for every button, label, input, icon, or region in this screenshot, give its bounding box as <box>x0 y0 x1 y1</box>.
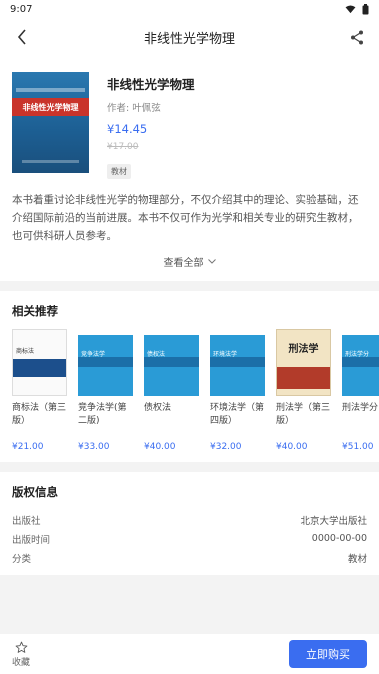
back-arrow-icon <box>17 29 26 45</box>
wifi-icon <box>345 4 356 13</box>
recommend-list: 商标法 商标法（第三版） ¥21.00 竞争法学 竞争法学(第二版) ¥33.0… <box>12 329 379 452</box>
copyright-label: 出版社 <box>12 515 41 527</box>
status-time: 9:07 <box>10 3 33 15</box>
recommend-cover: 环境法学 <box>210 329 265 396</box>
recommend-item[interactable]: 商标法 商标法（第三版） ¥21.00 <box>12 329 67 452</box>
back-button[interactable] <box>12 27 32 47</box>
recommend-cover: 债权法 <box>144 329 199 396</box>
recommend-cover: 刑法学分 <box>342 329 379 396</box>
recommend-name: 竞争法学(第二版) <box>78 403 127 426</box>
recommend-item[interactable]: 债权法 债权法 ¥40.00 <box>144 329 199 452</box>
recommend-item[interactable]: 竞争法学 竞争法学(第二版) ¥33.00 <box>78 329 133 452</box>
battery-icon <box>362 3 369 14</box>
page-title: 非线性光学物理 <box>143 31 235 47</box>
status-icons <box>345 3 369 15</box>
recommend-price: ¥32.00 <box>210 442 242 452</box>
recommend-cover-text: 环境法学 <box>213 351 238 358</box>
book-info: 非线性光学物理 作者: 叶佩弦 ¥14.45 ¥17.00 教材 <box>107 72 367 179</box>
recommend-cover: 刑法学 <box>276 329 331 396</box>
copyright-row: 分类 教材 <box>12 548 367 567</box>
book-cover[interactable]: 非线性光学物理 <box>12 72 89 173</box>
recommend-cover: 竞争法学 <box>78 329 133 396</box>
copyright-label: 出版时间 <box>12 534 51 546</box>
share-icon <box>350 30 363 44</box>
expand-all-button[interactable]: 查看全部 <box>0 245 379 281</box>
recommend-price: ¥40.00 <box>144 442 176 452</box>
bottom-bar: 收藏 立即购买 <box>0 634 379 674</box>
recommend-name: 商标法（第三版） <box>12 403 67 426</box>
copyright-value: 北京大学出版社 <box>300 515 367 527</box>
favorite-button[interactable]: 收藏 <box>12 641 30 668</box>
book-price: ¥14.45 <box>107 122 148 136</box>
book-description: 本书着重讨论非线性光学的物理部分，不仅介绍其中的理论、实验基础，还介绍国际前沿的… <box>0 191 379 245</box>
recommend-price: ¥21.00 <box>12 442 44 452</box>
nav-bar: 非线性光学物理 <box>0 18 379 56</box>
recommend-cover-text: 刑法学 <box>288 344 319 355</box>
chevron-down-icon <box>207 259 216 264</box>
recommend-cover-text: 刑法学分 <box>345 351 370 358</box>
recommend-price: ¥51.00 <box>342 442 374 452</box>
status-bar: 9:07 <box>0 0 379 18</box>
copyright-value: 0000-00-00 <box>311 533 367 544</box>
recommend-cover-text: 竞争法学 <box>81 351 106 358</box>
category-tag: 教材 <box>107 164 131 179</box>
copyright-title: 版权信息 <box>12 485 58 499</box>
book-original-price: ¥17.00 <box>107 142 139 152</box>
recommend-cover-text: 债权法 <box>147 351 166 358</box>
recommend-item[interactable]: 环境法学 环境法学（第四版） ¥32.00 <box>210 329 265 452</box>
star-icon <box>15 641 27 653</box>
copyright-row: 出版时间 0000-00-00 <box>12 529 367 548</box>
favorite-label: 收藏 <box>12 657 31 668</box>
book-author: 作者: 叶佩弦 <box>107 103 161 114</box>
buy-now-button[interactable]: 立即购买 <box>289 640 367 668</box>
recommend-name: 环境法学（第四版） <box>210 403 265 426</box>
copyright-value: 教材 <box>347 553 367 565</box>
book-title: 非线性光学物理 <box>107 77 195 92</box>
recommend-price: ¥40.00 <box>276 442 308 452</box>
recommend-item[interactable]: 刑法学分 刑法学分 ¥51.00 <box>342 329 379 452</box>
recommend-section: 相关推荐 商标法 商标法（第三版） ¥21.00 竞争法学 竞争法学(第二版) … <box>0 291 379 462</box>
recommend-name: 刑法学（第三版） <box>276 403 331 426</box>
recommend-title: 相关推荐 <box>12 304 58 318</box>
copyright-row: 出版社 北京大学出版社 <box>12 510 367 529</box>
book-cover-title: 非线性光学物理 <box>12 98 89 116</box>
recommend-name: 刑法学分 <box>342 403 379 413</box>
recommend-price: ¥33.00 <box>78 442 110 452</box>
share-button[interactable] <box>347 27 367 47</box>
recommend-cover-text: 商标法 <box>16 348 35 355</box>
copyright-label: 分类 <box>12 553 32 565</box>
expand-all-label: 查看全部 <box>163 258 204 269</box>
recommend-cover: 商标法 <box>12 329 67 396</box>
recommend-item[interactable]: 刑法学 刑法学（第三版） ¥40.00 <box>276 329 331 452</box>
recommend-name: 债权法 <box>144 403 172 413</box>
book-header: 非线性光学物理 非线性光学物理 作者: 叶佩弦 ¥14.45 ¥17.00 教材 <box>0 56 379 191</box>
copyright-section: 版权信息 出版社 北京大学出版社 出版时间 0000-00-00 分类 教材 <box>0 472 379 575</box>
